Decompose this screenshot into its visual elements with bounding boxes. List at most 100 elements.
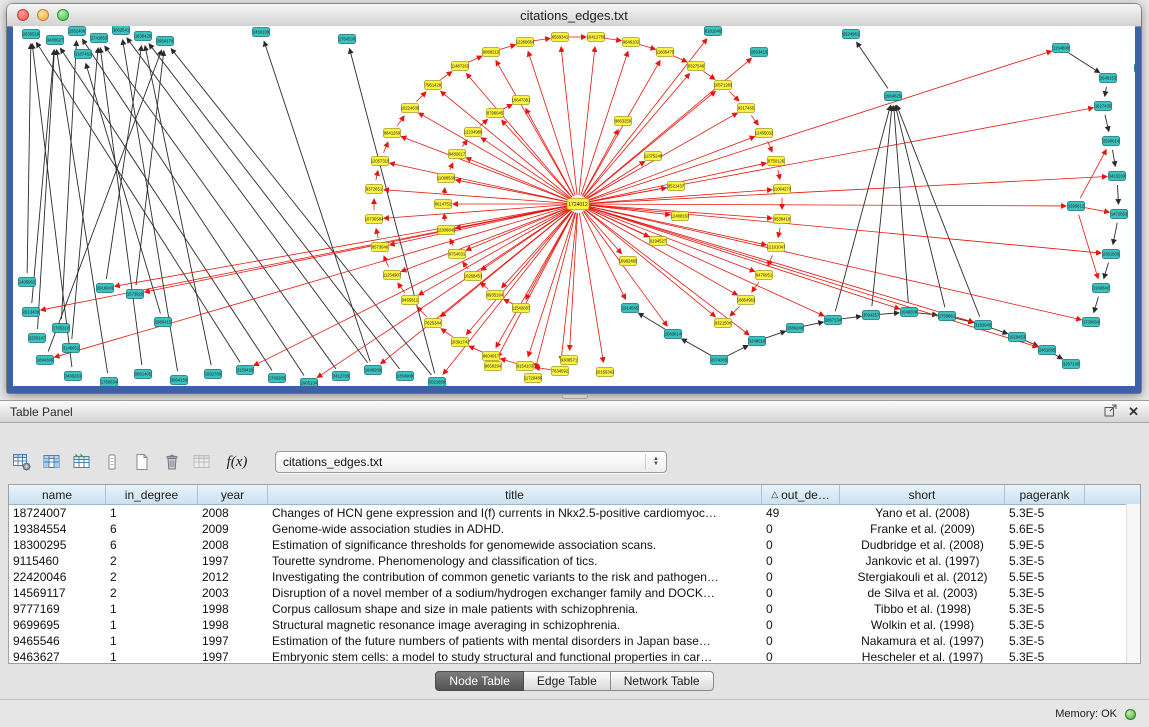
table-mode-button[interactable]: [98, 449, 125, 476]
network-node[interactable]: 1836425: [135, 32, 152, 41]
network-node[interactable]: 8841269: [384, 129, 401, 138]
network-node[interactable]: 3250147: [29, 334, 46, 343]
network-node[interactable]: 12057318: [371, 157, 390, 166]
network-canvas[interactable]: 1724012763459291541038604917103917427625…: [13, 26, 1135, 386]
new-column-button[interactable]: [128, 449, 155, 476]
close-panel-icon[interactable]: ✕: [1128, 405, 1139, 418]
column-header-out_degree[interactable]: △out_de…: [762, 485, 840, 504]
network-node[interactable]: 9194527: [650, 237, 667, 246]
network-node[interactable]: 12465032: [755, 129, 774, 138]
network-node[interactable]: 2354908: [397, 372, 414, 381]
network-node[interactable]: 8521437: [668, 182, 685, 191]
network-node[interactable]: 9863250: [615, 117, 632, 126]
network-node[interactable]: 11254907: [383, 271, 402, 280]
network-node[interactable]: 7625344: [425, 319, 442, 328]
network-node[interactable]: 10571283: [714, 81, 733, 90]
network-node[interactable]: 2954170: [157, 37, 174, 46]
network-node[interactable]: 8569341: [552, 33, 569, 42]
network-node[interactable]: 8470951: [756, 271, 773, 280]
table-options-button[interactable]: [8, 449, 35, 476]
table-row[interactable]: 1872400712008Changes of HCN gene express…: [9, 505, 1140, 521]
network-window-titlebar[interactable]: citations_edges.txt: [7, 4, 1141, 27]
network-node[interactable]: 9372651: [366, 185, 383, 194]
network-node[interactable]: 1405962: [19, 278, 36, 287]
tab-network-table[interactable]: Network Table: [611, 671, 714, 691]
network-node[interactable]: 1827430: [1095, 102, 1112, 111]
network-node[interactable]: 1573920: [127, 290, 144, 299]
network-node[interactable]: 2613408: [23, 308, 40, 317]
network-node[interactable]: 7951428: [425, 81, 442, 90]
network-node[interactable]: 9068215: [483, 48, 500, 57]
network-node[interactable]: 3182046: [975, 321, 992, 330]
network-node[interactable]: 3094257: [863, 311, 880, 320]
table-row[interactable]: 946554611997Estimation of the future num…: [9, 633, 1140, 649]
table-row[interactable]: 2242004622012Investigating the contribut…: [9, 569, 1140, 585]
network-node[interactable]: 10391742: [451, 338, 470, 347]
network-node[interactable]: 9482617: [449, 150, 466, 159]
panel-splitter-handle[interactable]: [562, 394, 588, 399]
network-node[interactable]: 12306845: [437, 226, 456, 235]
table-row[interactable]: 911546021997Tourette syndrome. Phenomeno…: [9, 553, 1140, 569]
edit-columns-button[interactable]: [68, 449, 95, 476]
network-node[interactable]: 2893415: [751, 48, 768, 57]
table-row[interactable]: 969969511998Structural magnetic resonanc…: [9, 617, 1140, 633]
network-node[interactable]: 2590614: [1103, 137, 1120, 146]
function-builder-button[interactable]: f(x): [218, 449, 256, 476]
network-node[interactable]: 1154808: [1053, 44, 1070, 53]
network-view[interactable]: 1724012763459291541038604917103917427625…: [13, 26, 1135, 386]
network-node[interactable]: 3415208: [1109, 172, 1126, 181]
network-node[interactable]: 2741853: [91, 34, 108, 43]
close-window-button[interactable]: [17, 9, 29, 21]
network-node[interactable]: 3412765: [333, 372, 350, 381]
network-node[interactable]: 9321506: [715, 319, 732, 328]
network-node[interactable]: 2083614: [665, 330, 682, 339]
network-node[interactable]: 2456108: [253, 28, 270, 37]
tab-edge-table[interactable]: Edge Table: [524, 671, 611, 691]
network-node[interactable]: 2074365: [711, 356, 728, 365]
network-node[interactable]: 3021856: [429, 378, 446, 387]
network-node[interactable]: 8614752: [435, 200, 452, 209]
table-source-combobox[interactable]: citations_edges.txt ▲ ▼: [275, 451, 667, 473]
table-vertical-scrollbar[interactable]: [1126, 504, 1140, 663]
network-node[interactable]: 3187462: [75, 50, 92, 59]
network-node[interactable]: 1586240: [787, 324, 804, 333]
column-header-year[interactable]: year: [198, 485, 268, 504]
network-node[interactable]: 10412758: [587, 33, 606, 42]
network-node[interactable]: 11487263: [451, 62, 470, 71]
network-node[interactable]: 9154103: [517, 362, 534, 371]
network-node[interactable]: 9646102: [623, 38, 640, 47]
network-node[interactable]: 10647381: [512, 96, 531, 105]
network-node[interactable]: 12161047: [767, 243, 786, 252]
network-node[interactable]: 1472653: [1111, 210, 1128, 219]
network-node[interactable]: 3248016: [749, 337, 766, 346]
network-node[interactable]: 12408163: [671, 212, 690, 221]
network-node[interactable]: 3150426: [237, 366, 254, 375]
network-node[interactable]: 9217465: [738, 104, 755, 113]
network-node[interactable]: 8650294: [485, 362, 502, 371]
network-node[interactable]: 2381506: [1103, 250, 1120, 259]
network-node[interactable]: 1932760: [205, 370, 222, 379]
network-node[interactable]: 1764530: [339, 35, 356, 44]
table-row[interactable]: 946362711997Embryonic stem cells: a mode…: [9, 649, 1140, 663]
network-node[interactable]: 10268453: [464, 272, 483, 281]
network-hub-node[interactable]: 1724012: [567, 199, 589, 210]
table-row[interactable]: 1830029562008Estimation of significance …: [9, 537, 1140, 553]
network-node[interactable]: 11720486: [524, 374, 543, 383]
network-node[interactable]: 10156342: [596, 368, 615, 377]
zoom-window-button[interactable]: [57, 9, 69, 21]
combobox-stepper-icon[interactable]: ▲ ▼: [645, 454, 659, 470]
column-header-in_degree[interactable]: in_degree: [106, 485, 198, 504]
network-node[interactable]: 3062541: [113, 26, 130, 35]
column-header-short[interactable]: short: [840, 485, 1005, 504]
network-node[interactable]: 3267140: [1063, 360, 1080, 369]
network-node[interactable]: 2891405: [135, 370, 152, 379]
table-row[interactable]: 977716911998Corpus callosum shape and si…: [9, 601, 1140, 617]
network-node[interactable]: 11375248: [644, 152, 663, 161]
network-node[interactable]: 3524961: [843, 30, 860, 39]
network-node[interactable]: 8181046: [705, 27, 722, 36]
network-node[interactable]: 10854962: [737, 296, 756, 305]
network-node[interactable]: 8573046: [372, 243, 389, 252]
network-node[interactable]: 3480627: [47, 36, 64, 45]
network-node[interactable]: 7634592: [552, 367, 569, 376]
delete-columns-button[interactable]: [158, 449, 185, 476]
